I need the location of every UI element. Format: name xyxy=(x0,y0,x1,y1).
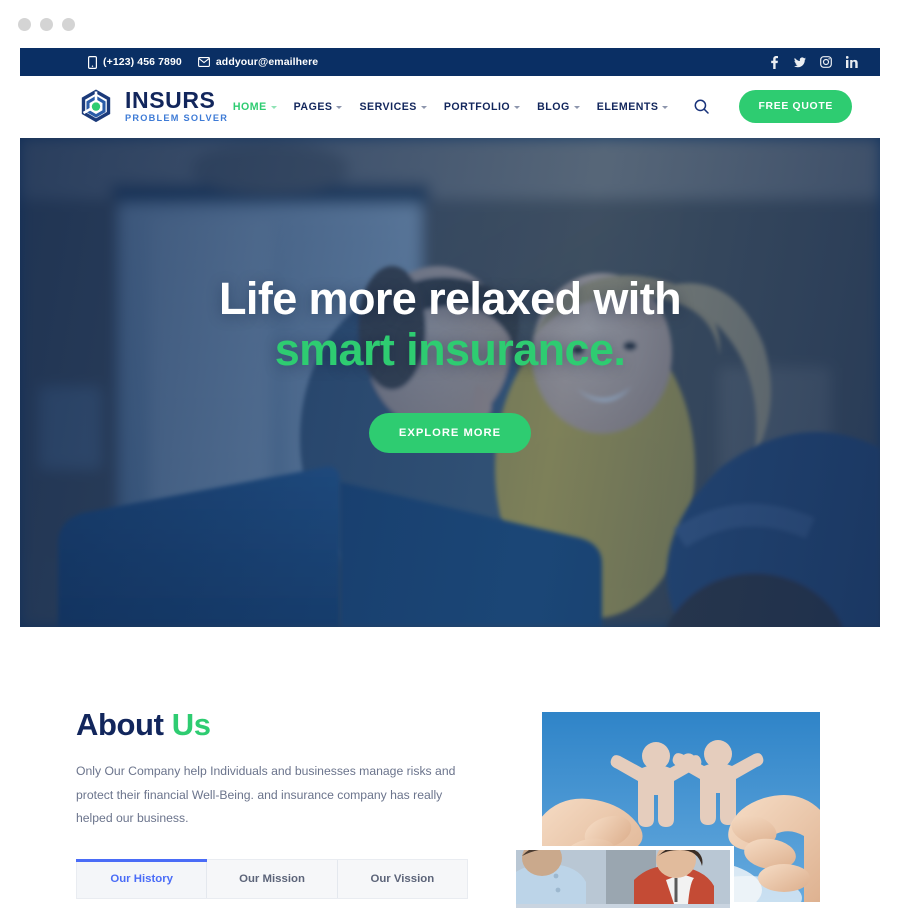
about-inset-image xyxy=(512,846,734,908)
nav-label: HOME xyxy=(232,100,267,113)
linkedin-icon[interactable] xyxy=(846,56,858,68)
free-quote-button[interactable]: FREE QUOTE xyxy=(739,90,852,123)
hexagon-swirl-logo-icon xyxy=(76,87,116,127)
tab-our-history[interactable]: Our History xyxy=(75,858,208,898)
instagram-icon[interactable] xyxy=(820,56,832,68)
hero-content: Life more relaxed with smart insurance. … xyxy=(20,138,880,627)
tab-our-vission[interactable]: Our Vission xyxy=(338,860,467,898)
social-links xyxy=(768,55,864,69)
envelope-icon xyxy=(197,57,210,67)
logo-name: INSURS xyxy=(125,87,216,114)
nav-item-services[interactable]: SERVICES xyxy=(359,100,427,113)
chevron-down-icon xyxy=(336,106,343,109)
window-close-dot[interactable] xyxy=(18,17,31,31)
search-icon[interactable] xyxy=(694,99,710,114)
email-contact[interactable]: addyour@emailhere xyxy=(197,56,319,68)
top-info-bar: (+123) 456 7890 addyour@emailhere xyxy=(20,48,880,76)
nav-item-elements[interactable]: ELEMENTS xyxy=(597,101,669,113)
chevron-down-icon xyxy=(270,106,277,109)
nav-label: BLOG xyxy=(537,100,570,113)
about-paragraph: Only Our Company help Individuals and bu… xyxy=(76,764,456,826)
page-viewport: (+123) 456 7890 addyour@emailhere INSURS… xyxy=(20,48,880,912)
phone-number: (+123) 456 7890 xyxy=(103,56,182,68)
browser-chrome xyxy=(0,0,900,48)
about-section: About Us Only Our Company help Individua… xyxy=(20,627,880,912)
nav-item-portfolio[interactable]: PORTFOLIO xyxy=(443,100,521,113)
top-contact-group: (+123) 456 7890 addyour@emailhere xyxy=(88,55,319,69)
tab-our-mission[interactable]: Our Mission xyxy=(207,859,338,898)
nav-label: SERVICES xyxy=(359,100,417,113)
logo-wordmark: INSURS PROBLEM SOLVER xyxy=(125,89,228,123)
explore-more-button[interactable]: EXPLORE MORE xyxy=(368,412,532,453)
phone-contact[interactable]: (+123) 456 7890 xyxy=(88,55,182,69)
nav-label: PORTFOLIO xyxy=(443,100,511,113)
nav-item-pages[interactable]: PAGES xyxy=(294,101,343,113)
chevron-down-icon xyxy=(420,106,427,109)
main-navigation: HOME PAGES SERVICES PORTFOLIO BLOG ELEME… xyxy=(233,90,852,123)
about-image-column xyxy=(512,707,824,912)
logo-tagline: PROBLEM SOLVER xyxy=(125,113,229,124)
about-text-column: About Us Only Our Company help Individua… xyxy=(75,707,468,912)
site-logo[interactable]: INSURS PROBLEM SOLVER xyxy=(76,87,228,127)
window-maximize-dot[interactable] xyxy=(62,17,75,31)
about-tabs: Our History Our Mission Our Vission xyxy=(75,858,468,899)
nav-label: ELEMENTS xyxy=(596,100,659,113)
about-heading-main: About xyxy=(76,707,164,742)
chevron-down-icon xyxy=(514,106,521,109)
about-heading-accent: Us xyxy=(171,707,211,742)
email-address: addyour@emailhere xyxy=(215,56,319,68)
chevron-down-icon xyxy=(662,106,669,109)
about-heading: About Us xyxy=(76,707,468,743)
hero-heading-line-1: Life more relaxed with xyxy=(219,273,682,325)
nav-item-blog[interactable]: BLOG xyxy=(537,101,580,113)
chevron-down-icon xyxy=(573,106,580,109)
window-minimize-dot[interactable] xyxy=(40,17,53,31)
hero-banner: Life more relaxed with smart insurance. … xyxy=(20,138,880,627)
site-header: INSURS PROBLEM SOLVER HOME PAGES SERVICE… xyxy=(20,76,880,138)
nav-item-home[interactable]: HOME xyxy=(233,101,277,113)
twitter-icon[interactable] xyxy=(794,56,806,68)
hero-heading: Life more relaxed with smart insurance. xyxy=(219,273,682,376)
nav-label: PAGES xyxy=(293,100,333,113)
mobile-phone-icon xyxy=(88,55,97,69)
facebook-icon[interactable] xyxy=(768,55,780,69)
hero-heading-line-2: smart insurance. xyxy=(274,324,626,375)
